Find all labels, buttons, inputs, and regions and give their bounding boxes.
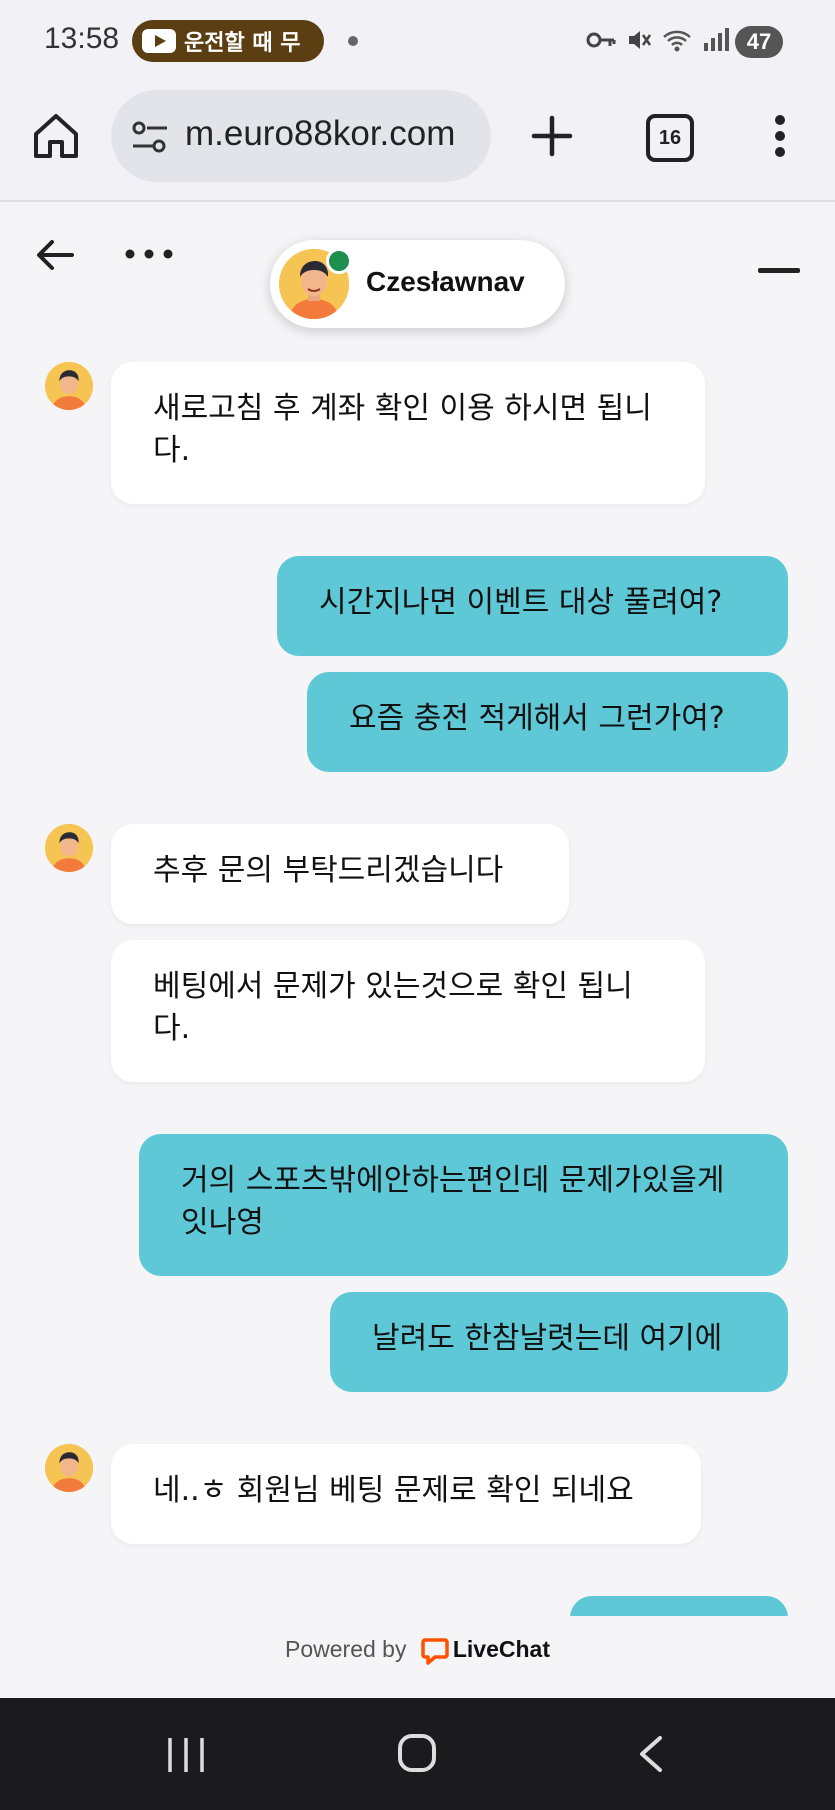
key-icon <box>586 30 616 54</box>
driving-mode-chip[interactable]: 운전할 때 무 <box>132 20 324 62</box>
agent-name: Czesławnav <box>366 266 525 297</box>
livechat-brand: LiveChat <box>452 1636 550 1662</box>
driving-mode-label: 운전할 때 무 <box>184 31 301 56</box>
youtube-icon <box>142 29 176 53</box>
status-icons <box>586 26 730 58</box>
agent-avatar <box>45 1444 93 1492</box>
online-status-indicator <box>326 248 352 274</box>
recents-icon[interactable] <box>166 1736 206 1774</box>
more-vert-icon[interactable] <box>768 112 792 160</box>
powered-by-label: Powered by <box>285 1636 407 1662</box>
agent-message: 네..ㅎ 회원님 베팅 문제로 확인 되네요 <box>111 1444 701 1544</box>
back-nav-icon[interactable] <box>636 1734 666 1774</box>
address-bar[interactable]: m.euro88kor.com <box>111 90 491 182</box>
back-arrow-icon[interactable] <box>34 234 76 276</box>
agent-info-pill[interactable]: Czesławnav <box>270 240 565 328</box>
more-horiz-icon[interactable] <box>122 242 176 266</box>
signal-icon <box>702 27 730 57</box>
new-tab-icon[interactable] <box>528 112 576 160</box>
agent-avatar <box>45 362 93 410</box>
user-message: 거의 스포츠밖에안하는편인데 문제가있을게잇나영 <box>139 1134 788 1276</box>
status-bar: 13:58 운전할 때 무 47 <box>0 0 835 84</box>
status-time: 13:58 <box>44 22 120 55</box>
system-nav-bar <box>0 1698 835 1810</box>
minimize-icon[interactable] <box>758 268 800 273</box>
battery-indicator: 47 <box>735 26 783 58</box>
url-text[interactable]: m.euro88kor.com <box>185 114 455 154</box>
user-message: 날려도 한참날렷는데 여기에 <box>330 1292 788 1392</box>
user-message-partial <box>570 1596 788 1616</box>
mute-icon <box>626 27 652 57</box>
home-icon[interactable] <box>30 110 82 162</box>
message-list[interactable]: 새로고침 후 계좌 확인 이용 하시면 됩니다. 시간지나면 이벤트 대상 풀려… <box>0 342 835 1616</box>
chat-header: Czesławnav <box>0 202 835 342</box>
notification-dot-icon <box>348 36 358 46</box>
livechat-logo-icon <box>421 1638 449 1665</box>
tab-switcher-button[interactable]: 16 <box>646 114 694 162</box>
agent-message: 새로고침 후 계좌 확인 이용 하시면 됩니다. <box>111 362 705 504</box>
agent-message: 추후 문의 부탁드리겠습니다 <box>111 824 569 924</box>
agent-message: 베팅에서 문제가 있는것으로 확인 됩니다. <box>111 940 705 1082</box>
user-message: 시간지나면 이벤트 대상 풀려여? <box>277 556 788 656</box>
site-settings-icon[interactable] <box>131 120 169 154</box>
user-message: 요즘 충전 적게해서 그런가여? <box>307 672 788 772</box>
powered-by-footer[interactable]: Powered by LiveChat <box>0 1636 835 1676</box>
agent-avatar <box>45 824 93 872</box>
home-nav-icon[interactable] <box>398 1734 436 1772</box>
wifi-icon <box>662 27 692 57</box>
browser-toolbar: m.euro88kor.com 16 <box>0 84 835 202</box>
